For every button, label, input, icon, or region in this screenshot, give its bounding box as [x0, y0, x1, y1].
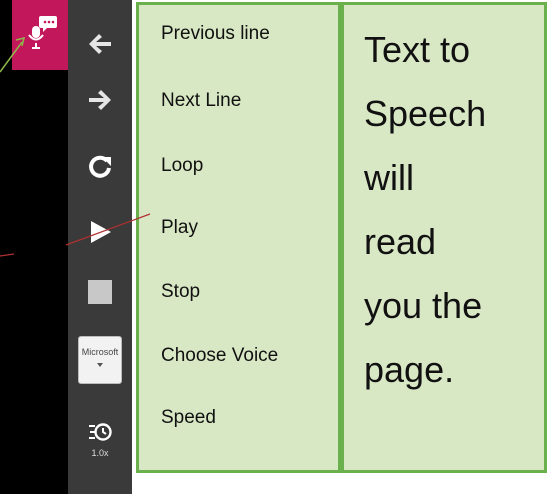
speed-clock-icon	[89, 423, 112, 441]
arrow-left-icon	[89, 34, 111, 54]
label-loop: Loop	[161, 155, 204, 176]
background-strip	[0, 70, 68, 494]
description-line: will	[364, 157, 414, 198]
labels-panel: Previous line Next Line Loop Play Stop C…	[136, 2, 341, 473]
play-button[interactable]	[68, 204, 132, 260]
loop-icon	[89, 155, 111, 178]
speech-bubble-icon	[28, 16, 57, 49]
arrow-right-icon	[89, 90, 111, 110]
label-speed: Speed	[161, 407, 216, 428]
play-icon	[91, 221, 111, 243]
chevron-down-icon	[97, 363, 103, 367]
speed-value: 1.0x	[91, 448, 109, 458]
text-to-speech-button[interactable]	[12, 0, 68, 70]
description-line: Text to	[364, 29, 471, 70]
description-panel: Text to Speech will read you the page.	[341, 2, 547, 473]
loop-button[interactable]	[68, 138, 132, 194]
label-next-line: Next Line	[161, 90, 242, 111]
tts-toolbar	[68, 0, 132, 494]
choose-voice-select[interactable]: Microsoft	[78, 336, 122, 384]
next-line-button[interactable]	[68, 72, 132, 128]
voice-select-value: Microsoft	[81, 347, 119, 357]
label-play: Play	[161, 217, 198, 238]
description-line: you the	[364, 285, 483, 326]
background-strip-top	[0, 0, 12, 70]
stop-button[interactable]	[68, 264, 132, 320]
description-line: read	[364, 221, 437, 262]
label-stop: Stop	[161, 281, 201, 302]
tts-toolbar-illustration: Microsoft 1.0x Previous line Next Line L…	[0, 0, 550, 494]
label-previous-line: Previous line	[161, 23, 270, 44]
description-line: page.	[364, 349, 455, 390]
stop-icon	[88, 280, 112, 304]
label-choose-voice: Choose Voice	[161, 345, 279, 366]
description-line: Speech	[364, 93, 487, 134]
previous-line-button[interactable]	[68, 16, 132, 72]
